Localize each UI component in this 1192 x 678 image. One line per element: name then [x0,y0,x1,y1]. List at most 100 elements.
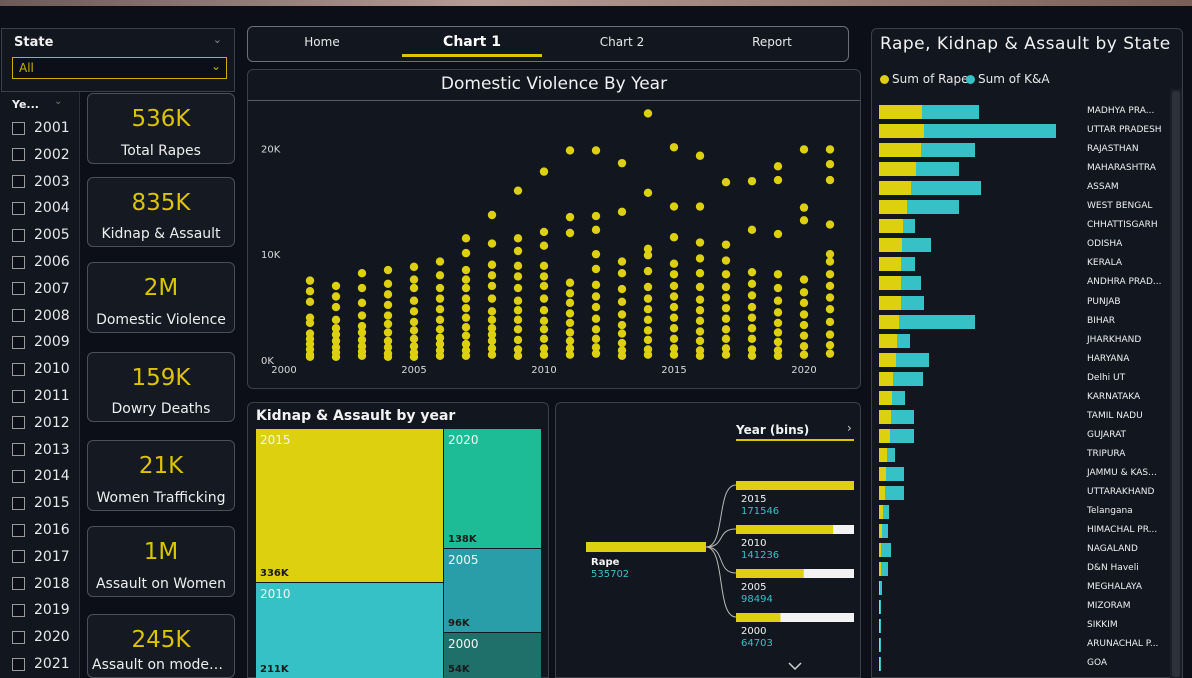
scatter-point[interactable] [409,275,419,284]
state-bar-row[interactable] [879,428,1079,443]
scatter-point[interactable] [799,145,809,154]
state-bar-row[interactable] [879,162,1079,177]
bar-rape[interactable] [879,219,903,234]
scatter-point[interactable] [669,143,679,152]
scatter-point[interactable] [461,322,471,332]
year-checkbox-item[interactable]: 2018 [12,574,70,594]
scatter-point[interactable] [773,270,783,279]
scatter-point[interactable] [825,160,835,169]
scrollbar[interactable] [1170,89,1182,678]
decomp-bar[interactable] [736,613,781,622]
state-bar-row[interactable] [879,466,1079,481]
scatter-point[interactable] [487,307,497,316]
checkbox[interactable] [12,282,25,296]
decomposition-tree[interactable]: Year (bins) › Rape 535702 2015 171546 2010 14… [555,402,861,678]
scatter-point[interactable] [591,249,601,259]
bar-ka[interactable] [903,219,915,234]
scatter-point[interactable] [773,162,783,171]
scatter-point[interactable] [799,275,809,284]
year-checkbox-item[interactable]: 2005 [12,225,70,245]
scatter-point[interactable] [695,316,705,326]
scatter-point[interactable] [565,350,575,359]
bar-rape[interactable] [879,409,891,424]
treemap-tile[interactable]: 2005 96K [444,549,541,632]
scatter-point[interactable] [461,313,471,322]
year-checkbox-item[interactable]: 2003 [12,172,70,192]
scatter-point[interactable] [695,202,705,211]
state-bar-row[interactable] [879,505,1079,520]
scatter-point[interactable] [305,276,315,285]
scatter-point[interactable] [617,207,627,217]
scatter-point[interactable] [643,335,653,345]
scatter-point[interactable] [565,318,575,328]
scatter-point[interactable] [565,298,575,308]
bar-ka[interactable] [880,619,881,634]
decomp-bar[interactable] [736,569,804,578]
year-checkbox-item[interactable]: 2004 [12,198,70,218]
scatter-point[interactable] [539,281,549,291]
scatter-point[interactable] [825,340,835,350]
scatter-point[interactable] [617,297,627,306]
scatter-point[interactable] [461,331,471,340]
scatter-point[interactable] [591,314,601,323]
year-checkbox-item[interactable]: 2020 [12,627,70,647]
checkbox[interactable] [12,630,25,644]
scatter-point[interactable] [721,270,731,279]
year-checkbox-item[interactable]: 2015 [12,493,70,513]
scatter-point[interactable] [643,109,653,118]
year-checkbox-item[interactable]: 2010 [12,359,70,379]
scatter-point[interactable] [435,294,445,303]
scatter-point[interactable] [461,234,471,243]
scatter-point[interactable] [617,284,627,294]
scatter-point[interactable] [773,351,783,360]
scatter-point[interactable] [539,334,549,344]
scatter-point[interactable] [591,280,601,290]
state-bar-row[interactable] [879,181,1079,196]
scatter-point[interactable] [799,310,809,319]
scatter-point[interactable] [617,158,627,168]
scatter-point[interactable] [773,175,783,185]
scatter-point[interactable] [799,331,809,340]
scatter-point[interactable] [357,351,367,360]
scatter-point[interactable] [721,293,731,302]
scatter-point[interactable] [695,327,705,336]
state-bar-row[interactable] [879,543,1079,558]
scatter-point[interactable] [773,308,783,317]
scatter-point[interactable] [383,279,393,288]
scatter-point[interactable] [747,267,757,277]
scatter-point[interactable] [487,239,497,248]
checkbox[interactable] [12,201,25,215]
scatter-point[interactable] [487,281,497,291]
bar-ka[interactable] [892,390,905,405]
scatter-point[interactable] [383,300,393,310]
scatter-point[interactable] [799,298,809,308]
state-bar-row[interactable] [879,276,1079,291]
bar-ka[interactable] [880,657,881,672]
scatter-point[interactable] [487,336,497,346]
scatter-point[interactable] [669,324,679,333]
scatter-point[interactable] [513,234,523,243]
checkbox[interactable] [12,496,25,510]
state-bar-row[interactable] [879,238,1079,253]
scatter-point[interactable] [591,349,601,358]
bar-ka[interactable] [901,295,924,310]
year-checkbox-item[interactable]: 2013 [12,440,70,460]
scatter-point[interactable] [539,350,549,359]
bar-ka[interactable] [883,505,889,520]
scatter-point[interactable] [305,318,315,328]
scatter-point[interactable] [825,175,835,185]
scatter-point[interactable] [591,264,601,274]
scatter-point[interactable] [565,146,575,155]
treemap-tile[interactable]: 2010 211K [256,583,443,678]
scatter-point[interactable] [643,350,653,359]
year-checkbox-item[interactable]: 2021 [12,654,70,674]
checkbox[interactable] [12,309,25,323]
scatter-point[interactable] [357,311,367,320]
checkbox[interactable] [12,443,25,457]
scatter-point[interactable] [409,352,419,362]
chevron-down-icon[interactable] [788,662,802,671]
scatter-point[interactable] [825,349,835,358]
scatter-point[interactable] [773,337,783,347]
state-bar-row[interactable] [879,581,1079,596]
state-bar-row[interactable] [879,447,1079,462]
